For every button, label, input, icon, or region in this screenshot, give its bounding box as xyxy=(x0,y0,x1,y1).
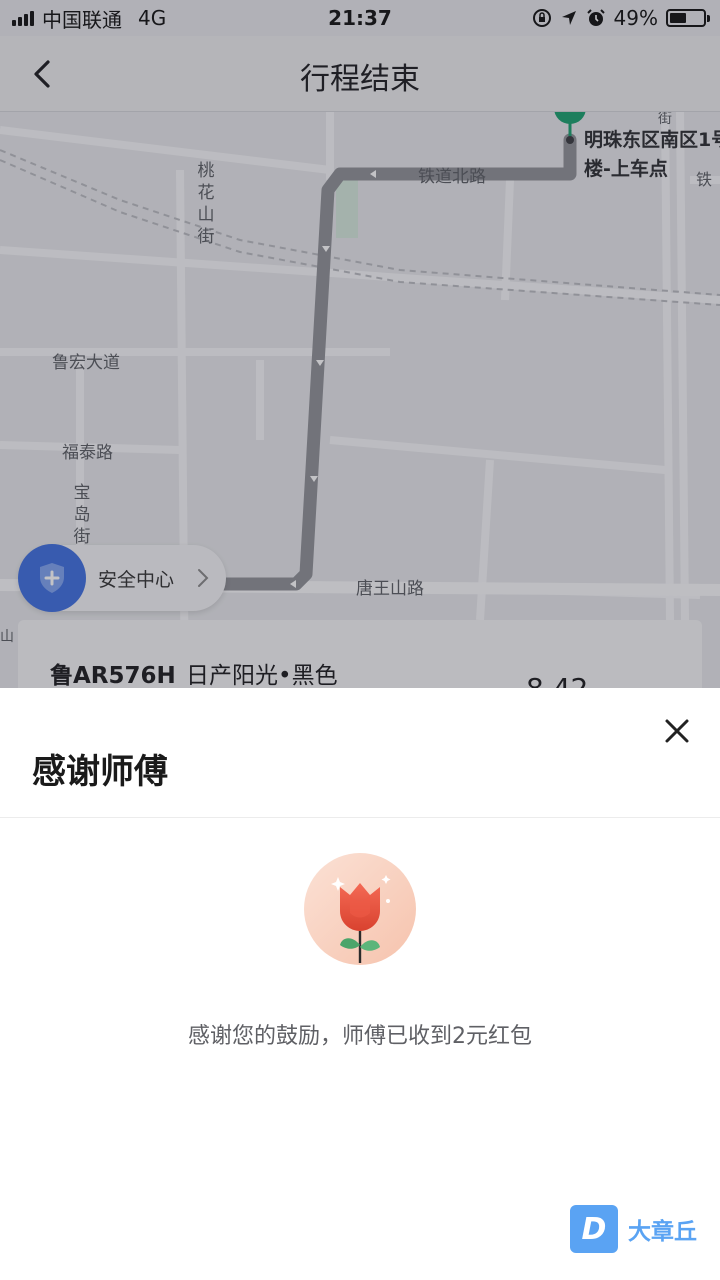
sheet-title: 感谢师傅 xyxy=(32,752,168,792)
watermark-text: 大章丘 xyxy=(628,1219,697,1245)
nav-bar: 行程结束 xyxy=(0,36,720,112)
watermark: D 大章丘 xyxy=(570,1205,697,1253)
rose-icon xyxy=(304,853,416,965)
page-title: 行程结束 xyxy=(300,62,420,97)
battery-percent: 49% xyxy=(613,6,658,30)
thank-you-message: 感谢您的鼓励，师傅已收到2元红包 xyxy=(188,1024,532,1049)
safety-center-label: 安全中心 xyxy=(98,569,175,591)
chevron-right-icon xyxy=(198,569,209,587)
map-street-label: 唐王山路 xyxy=(356,579,424,599)
map-street-label: 铁 xyxy=(696,170,713,189)
route-line xyxy=(73,133,577,591)
shield-plus-icon xyxy=(18,544,86,612)
rotation-lock-icon xyxy=(532,9,551,27)
map-street-label: 桃花山街 xyxy=(197,161,215,247)
map-street-label: 铁道北路 xyxy=(418,167,486,187)
car-model-color: 日产阳光•黑色 xyxy=(186,663,338,689)
divider xyxy=(0,817,720,818)
status-bar: 中国联通 4G 21:37 49% xyxy=(0,0,720,36)
close-icon[interactable] xyxy=(662,716,692,746)
safety-center-button[interactable]: 安全中心 xyxy=(18,544,226,612)
thank-driver-sheet: 感谢师傅 感谢您的鼓励，师傅已收到2元红包 xyxy=(0,688,720,1280)
watermark-logo: D xyxy=(570,1205,618,1253)
map-street-label: 山 xyxy=(0,629,14,645)
alarm-icon xyxy=(586,9,605,26)
map-street-label: 福泰路 xyxy=(62,443,113,463)
map-street-label: 宝岛街 xyxy=(73,483,91,547)
location-arrow-icon xyxy=(561,11,576,25)
battery-icon xyxy=(666,9,710,27)
license-plate: 鲁AR576H xyxy=(50,663,176,689)
map-street-label: 鲁宏大道 xyxy=(52,353,120,373)
